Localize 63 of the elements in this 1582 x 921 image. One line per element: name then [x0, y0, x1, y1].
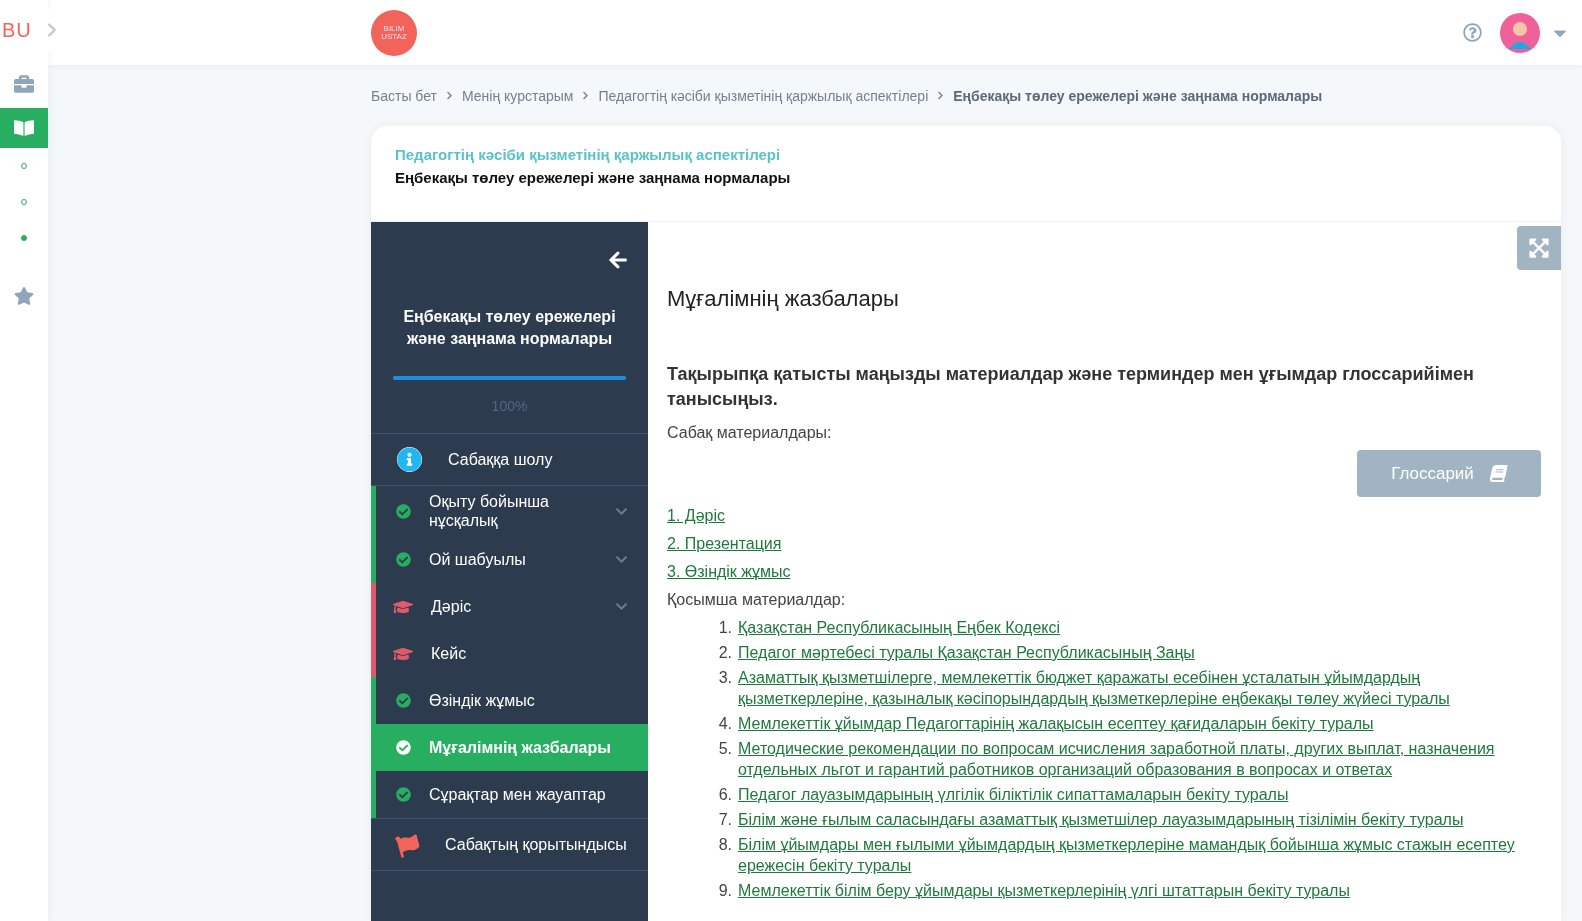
- extra-materials-label: Қосымша материалдар:: [667, 591, 847, 609]
- chevron-icon[interactable]: [615, 600, 628, 613]
- list-number: 8.: [717, 835, 732, 855]
- document-link[interactable]: Педагог мәртебесі туралы Қазақстан Республикасының Заңы: [738, 642, 1195, 663]
- check-icon: [396, 787, 411, 802]
- course-title: Педагогтің кәсіби қызметінің қаржылық аспектілері: [395, 146, 782, 163]
- document-link[interactable]: Білім және ғылым саласындағы азаматтық қызметшілер лауазымдарының тізілімін бекіту туралы: [738, 809, 1464, 830]
- document-link[interactable]: Педагог лауазымдарының үлгілік біліктілік сипаттамаларын бекіту туралы: [738, 784, 1289, 805]
- chevron-icon[interactable]: [615, 553, 628, 566]
- help-icon[interactable]: [1463, 23, 1482, 42]
- sidebar-item[interactable]: Дәріс: [371, 583, 648, 630]
- document-link[interactable]: Мемлекеттік ұйымдар Педагогтарінің жалақысын есептеу қағидаларын бекіту туралы: [738, 713, 1374, 734]
- material-link[interactable]: 2. Презентация: [667, 535, 782, 553]
- page-heading: Мұғалімнің жазбалары: [667, 286, 900, 312]
- info-icon: [397, 447, 422, 472]
- back-arrow-icon[interactable]: [608, 250, 628, 270]
- chevron-icon: [936, 91, 946, 100]
- list-number: 9.: [717, 881, 732, 901]
- sidebar-item[interactable]: Мұғалімнің жазбалары: [371, 724, 648, 771]
- avatar[interactable]: [1500, 12, 1540, 53]
- document-link[interactable]: Қазақстан Республикасының Еңбек Кодексі: [738, 617, 1061, 638]
- chevron-icon: [444, 91, 454, 100]
- intro-text: Тақырыпқа қатысты маңызды материалдар және терминдер мен ұғымдар глоссарийімен танысыңыз.: [667, 363, 1475, 411]
- list-number: 2.: [717, 643, 732, 663]
- breadcrumb-item[interactable]: Менің курстарым: [461, 87, 574, 104]
- nav-item[interactable]: [0, 108, 48, 148]
- document-link[interactable]: Білім ұйымдары мен ғылыми ұйымдардың қызметкерлеріне мамандық бойынша жұмыс стажын есептеу ережесін бекіту туралы: [738, 834, 1541, 876]
- list-number: 5.: [717, 739, 732, 759]
- lesson-title: Еңбекақы төлеу ережелері және заңнама нормалары: [395, 169, 792, 186]
- list-number: 1.: [717, 618, 732, 638]
- check-icon: [396, 552, 411, 567]
- book-icon: [1488, 465, 1509, 482]
- sidebar-item[interactable]: Сұрақтар мен жауаптар: [371, 771, 648, 818]
- flag-icon: [394, 831, 422, 858]
- fullscreen-button[interactable]: [1517, 226, 1561, 270]
- star-icon: [14, 286, 34, 306]
- material-link[interactable]: 1. Дәріс: [667, 507, 725, 525]
- expand-icon: [1528, 237, 1550, 259]
- material-link[interactable]: 3. Өзіндік жұмыс: [667, 563, 791, 581]
- list-number: 4.: [717, 714, 732, 734]
- sidebar-item[interactable]: Сабаққа шолу: [371, 433, 648, 486]
- breadcrumb-item[interactable]: Басты бет: [371, 87, 437, 104]
- document-link[interactable]: Мемлекеттік білім беру ұйымдары қызметкерлерінің үлгі штаттарын бекіту туралы: [738, 880, 1350, 901]
- document-link[interactable]: Методические рекомендации по вопросам исчисления заработной платы, других выплат, назначения отдельных льгот и гарантий работников организаций образования в вопросах и ответах: [738, 738, 1541, 780]
- book-icon: [14, 118, 34, 138]
- list-number: 7.: [717, 810, 732, 830]
- document-link[interactable]: Азаматтық қызметшілерге, мемлекеттік бюджет қаражаты есебінен ұсталатын ұйымдардың қызметкерлеріне, қазыналық кәсіпорындардың қызметкерлеріне еңбекақы төлеу жүйесі туралы: [738, 667, 1541, 709]
- sidebar-item[interactable]: Оқыту бойынша нұсқалық: [371, 486, 648, 536]
- check-icon: [396, 740, 411, 755]
- chevron-icon: [581, 91, 591, 100]
- check-icon: [396, 503, 411, 519]
- breadcrumb-item[interactable]: Педагогтің кәсіби қызметінің қаржылық аспектілері: [598, 87, 929, 104]
- breadcrumb-item: Еңбекақы төлеу ережелері және заңнама нормалары: [953, 87, 1323, 104]
- list-number: 3.: [717, 668, 732, 688]
- sidebar-title: Еңбекақы төлеу ережелері және заңнама нормалары: [402, 307, 617, 349]
- logo[interactable]: BU: [0, 18, 32, 42]
- sidebar-item[interactable]: Сабақтың қорытындысы: [371, 818, 648, 871]
- check-icon: [396, 693, 411, 708]
- briefcase-icon: [14, 74, 34, 94]
- list-number: 6.: [717, 785, 732, 805]
- sidebar-item[interactable]: Кейс: [371, 630, 648, 677]
- sidebar-item[interactable]: Ой шабуылы: [371, 536, 648, 583]
- materials-label: Сабақ материалдары:: [667, 424, 833, 442]
